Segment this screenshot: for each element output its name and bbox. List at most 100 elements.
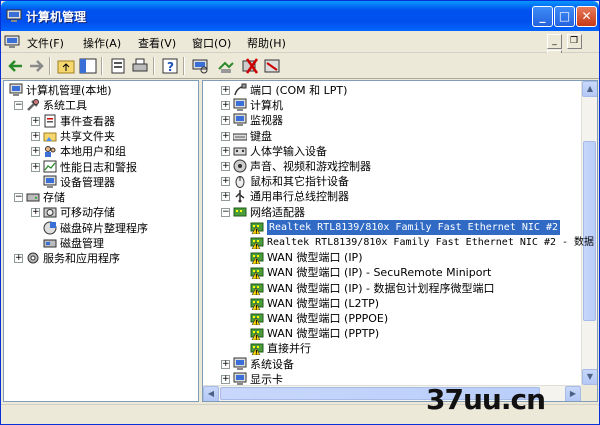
tree-item[interactable]: ! Realtek RTL8139/810x Family Fast Ethern…	[203, 235, 594, 250]
tree-item-label: 端口 (COM 和 LPT)	[250, 84, 348, 97]
collapse-toggle[interactable]: −	[14, 101, 23, 111]
tree-item[interactable]: ! 直接并行	[203, 341, 579, 356]
scroll-left-button[interactable]: ◀	[203, 386, 219, 401]
users-icon	[45, 146, 56, 158]
expand-toggle[interactable]: +	[31, 147, 40, 157]
tree-item-label: WAN 微型端口 (IP) - 数据包计划程序微型端口	[267, 281, 495, 295]
tree-item[interactable]: − 存储	[4, 190, 198, 205]
tree-item[interactable]: + 计算机	[203, 98, 579, 113]
mdi-restore-button[interactable]: ❐	[566, 34, 582, 49]
disk-management-icon	[43, 239, 57, 248]
tree-item-label: 存储	[43, 191, 65, 205]
tree-item[interactable]: 磁盘管理	[4, 236, 198, 251]
tree-item[interactable]: + 本地用户和组	[4, 144, 198, 159]
menu-window[interactable]: 窗口(O)	[192, 35, 231, 51]
tree-item-label: 计算机管理(本地)	[26, 84, 112, 97]
tree-item[interactable]: ! WAN 微型端口 (IP) - 数据包计划程序微型端口	[203, 281, 579, 296]
tree-item-label: 系统设备	[250, 357, 294, 371]
warning-nic-icon: !	[250, 328, 264, 341]
system-device-icon	[233, 357, 247, 370]
tree-item[interactable]: ! WAN 微型端口 (IP)	[203, 250, 579, 265]
back-arrow-icon[interactable]	[7, 57, 25, 75]
minimize-button[interactable]: _	[532, 6, 553, 27]
tree-item[interactable]: − 系统工具	[4, 98, 198, 113]
expand-toggle[interactable]: +	[221, 101, 230, 111]
tree-item-label: 性能日志和警报	[60, 160, 137, 174]
expand-toggle[interactable]: +	[221, 374, 230, 384]
collapse-toggle[interactable]: −	[221, 207, 230, 217]
tree-item-label: 网络适配器	[250, 205, 305, 219]
expand-toggle[interactable]: +	[221, 177, 230, 187]
show-tree-icon[interactable]	[79, 57, 97, 75]
forward-arrow-icon[interactable]	[27, 57, 45, 75]
tree-item[interactable]: + 声音、视频和游戏控制器	[203, 159, 579, 174]
menu-help[interactable]: 帮助(H)	[247, 35, 286, 51]
tree-item[interactable]: + 键盘	[203, 129, 579, 144]
tree-item[interactable]: + 监视器	[203, 113, 579, 128]
expand-toggle[interactable]: +	[31, 116, 40, 126]
tree-item[interactable]: + 通用串行总线控制器	[203, 189, 579, 204]
expand-toggle[interactable]: +	[31, 131, 40, 141]
tree-item[interactable]: 磁盘碎片整理程序	[4, 221, 198, 236]
expand-toggle[interactable]: +	[221, 116, 230, 126]
tree-item[interactable]: ! WAN 微型端口 (PPTP)	[203, 326, 579, 341]
scroll-down-button[interactable]: ▼	[582, 369, 597, 385]
tree-item[interactable]: + 共享文件夹	[4, 129, 198, 144]
tree-item[interactable]: + 事件查看器	[4, 114, 198, 129]
warning-nic-icon: !	[250, 252, 264, 265]
vertical-scrollbar[interactable]: ▲ ▼	[581, 81, 597, 385]
tree-item[interactable]: + 鼠标和其它指针设备	[203, 174, 579, 189]
tree-item[interactable]: 计算机管理(本地)	[4, 83, 198, 98]
uninstall-icon[interactable]	[241, 57, 259, 75]
close-button[interactable]: ✕	[576, 6, 597, 27]
print-icon[interactable]	[131, 57, 149, 75]
tree-item[interactable]: + 服务和应用程序	[4, 251, 198, 266]
tree-item[interactable]: ! WAN 微型端口 (L2TP)	[203, 296, 579, 311]
expand-toggle[interactable]: +	[31, 162, 40, 172]
scan-hardware-icon[interactable]	[191, 57, 209, 75]
expand-toggle[interactable]: +	[221, 359, 230, 369]
tree-item[interactable]: + 性能日志和警报	[4, 160, 198, 175]
expand-toggle[interactable]: +	[31, 208, 40, 218]
up-folder-icon[interactable]	[57, 57, 75, 75]
tree-item[interactable]: ! WAN 微型端口 (PPPOE)	[203, 311, 579, 326]
storage-icon	[26, 193, 40, 202]
svg-text:!: !	[255, 289, 258, 295]
title-bar[interactable]: 计算机管理 _ □ ✕	[1, 1, 599, 31]
scroll-right-button[interactable]: ▶	[565, 386, 581, 401]
expand-toggle[interactable]: +	[14, 254, 23, 264]
tree-item[interactable]: ! Realtek RTL8139/810x Family Fast Ethern…	[203, 219, 579, 235]
tree-item[interactable]: + 系统设备	[203, 357, 579, 372]
app-menu-icon[interactable]	[4, 34, 20, 50]
expand-toggle[interactable]: +	[221, 86, 230, 95]
tree-item-label: 服务和应用程序	[43, 252, 120, 266]
tree-item[interactable]: + 可移动存储	[4, 205, 198, 220]
tree-item[interactable]: ! WAN 微型端口 (IP) - SecuRemote Miniport	[203, 265, 579, 280]
tree-item[interactable]: + 人体学输入设备	[203, 144, 579, 159]
menu-action[interactable]: 操作(A)	[83, 35, 121, 51]
warning-nic-icon: !	[250, 298, 264, 310]
watermark-text: 37uu.cn	[426, 383, 546, 416]
update-driver-icon[interactable]	[217, 57, 235, 75]
expand-toggle[interactable]: +	[221, 192, 230, 202]
expand-toggle[interactable]: +	[221, 146, 230, 156]
disable-device-icon[interactable]	[263, 57, 281, 75]
menu-view[interactable]: 查看(V)	[138, 35, 176, 51]
expand-toggle[interactable]: +	[221, 162, 230, 171]
device-list: ▲ ▼ ◀ ▶ + 端口 (COM 和 LPT) + 计算机 + 监视器 + 键盘 + 人体学输入…	[202, 80, 598, 402]
tree-item-label: 人体学输入设备	[250, 144, 327, 158]
mdi-minimize-button[interactable]: _	[547, 34, 562, 49]
vertical-scroll-thumb[interactable]	[583, 141, 596, 321]
tree-item[interactable]: 设备管理器	[4, 175, 198, 190]
tree-item[interactable]: − 网络适配器	[203, 205, 579, 220]
scroll-up-button[interactable]: ▲	[582, 81, 597, 97]
collapse-toggle[interactable]: −	[14, 193, 23, 203]
tree-item[interactable]: + 端口 (COM 和 LPT)	[203, 83, 579, 98]
menu-bar: 文件(F) 操作(A) 查看(V) 窗口(O) 帮助(H) _ ❐ ×	[1, 31, 599, 65]
expand-toggle[interactable]: +	[221, 131, 230, 141]
menu-file[interactable]: 文件(F)	[27, 35, 64, 51]
properties-icon[interactable]	[109, 57, 127, 75]
svg-text:!: !	[255, 335, 258, 341]
maximize-button[interactable]: □	[554, 6, 575, 27]
help-icon[interactable]: ?	[161, 57, 179, 75]
